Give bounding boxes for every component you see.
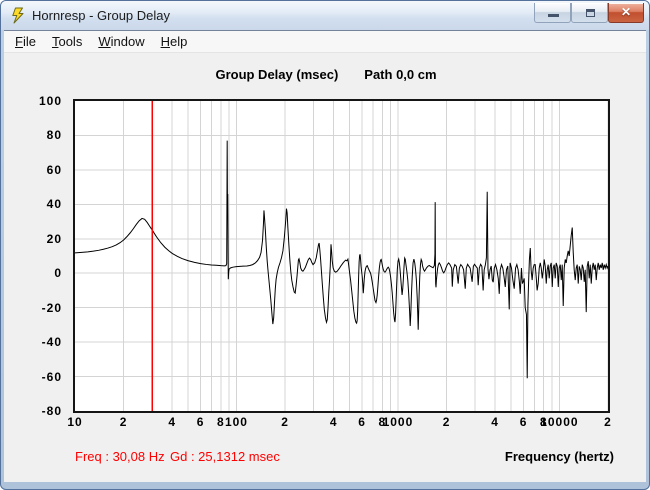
x-tick-label: 6 — [358, 415, 366, 429]
plot-area[interactable] — [73, 99, 610, 413]
chart-title: Group Delay (msec) Path 0,0 cm — [215, 67, 436, 82]
x-tick-label: 1000 — [382, 415, 414, 429]
close-icon: ✕ — [620, 5, 632, 19]
maximize-icon — [586, 9, 595, 17]
maximize-button[interactable] — [571, 3, 608, 23]
y-tick-label: -60 — [41, 369, 62, 384]
minimize-icon — [548, 14, 559, 17]
x-tick-label: 4 — [491, 415, 499, 429]
app-lightning-icon[interactable] — [10, 7, 27, 24]
plot-svg — [75, 101, 608, 411]
y-tick-label: 40 — [46, 197, 62, 212]
x-tick-label: 4 — [329, 415, 338, 429]
chart-path-label: Path 0,0 cm — [364, 67, 437, 82]
x-tick-label: 2 — [281, 415, 289, 429]
y-axis-labels: 100 80 60 40 20 0 -20 -40 -60 -80 — [4, 94, 67, 418]
cursor-freq-readout: Freq : 30,08 Hz — [75, 449, 165, 464]
y-tick-label: 100 — [38, 94, 62, 108]
app-window: Hornresp - Group Delay ✕ File Tools Wind… — [0, 0, 650, 490]
close-button[interactable]: ✕ — [608, 3, 644, 23]
y-tick-label: -80 — [41, 404, 62, 418]
x-tick-label: 2 — [119, 415, 128, 429]
x-tick-label: 2 — [604, 415, 612, 429]
menu-item-file[interactable]: File — [7, 32, 44, 51]
minimize-button[interactable] — [534, 3, 571, 23]
caption-buttons: ✕ — [534, 3, 644, 23]
y-tick-label: 80 — [46, 128, 62, 143]
y-tick-label: 0 — [54, 266, 62, 281]
window-title: Hornresp - Group Delay — [32, 8, 170, 23]
y-tick-label: -20 — [41, 300, 62, 315]
menu-item-help[interactable]: Help — [153, 32, 196, 51]
y-tick-label: 20 — [46, 231, 62, 246]
x-tick-label: 10 — [67, 415, 83, 429]
x-axis-labels: 10 2 4 6 8 100 2 4 6 8 1000 2 4 6 8 10000 2 — [67, 415, 611, 431]
x-axis-title: Frequency (hertz) — [504, 449, 614, 464]
cursor-gd-readout: Gd : 25,1312 msec — [170, 449, 280, 464]
titlebar[interactable]: Hornresp - Group Delay ✕ — [1, 1, 649, 30]
client-area: File Tools Window Help Group Delay (msec… — [4, 30, 646, 482]
x-tick-label: 10000 — [540, 415, 579, 429]
x-tick-label: 6 — [519, 415, 528, 429]
y-tick-label: -40 — [41, 335, 62, 350]
x-tick-label: 2 — [442, 415, 451, 429]
menu-item-window[interactable]: Window — [90, 32, 152, 51]
x-tick-label: 4 — [168, 415, 177, 429]
menu-bar: File Tools Window Help — [4, 30, 646, 53]
chart-title-main: Group Delay (msec) — [215, 67, 339, 82]
x-tick-label: 8 — [216, 415, 225, 429]
x-tick-label: 6 — [196, 415, 205, 429]
x-tick-label: 100 — [224, 415, 248, 429]
y-tick-label: 60 — [46, 162, 62, 177]
menu-item-tools[interactable]: Tools — [44, 32, 90, 51]
